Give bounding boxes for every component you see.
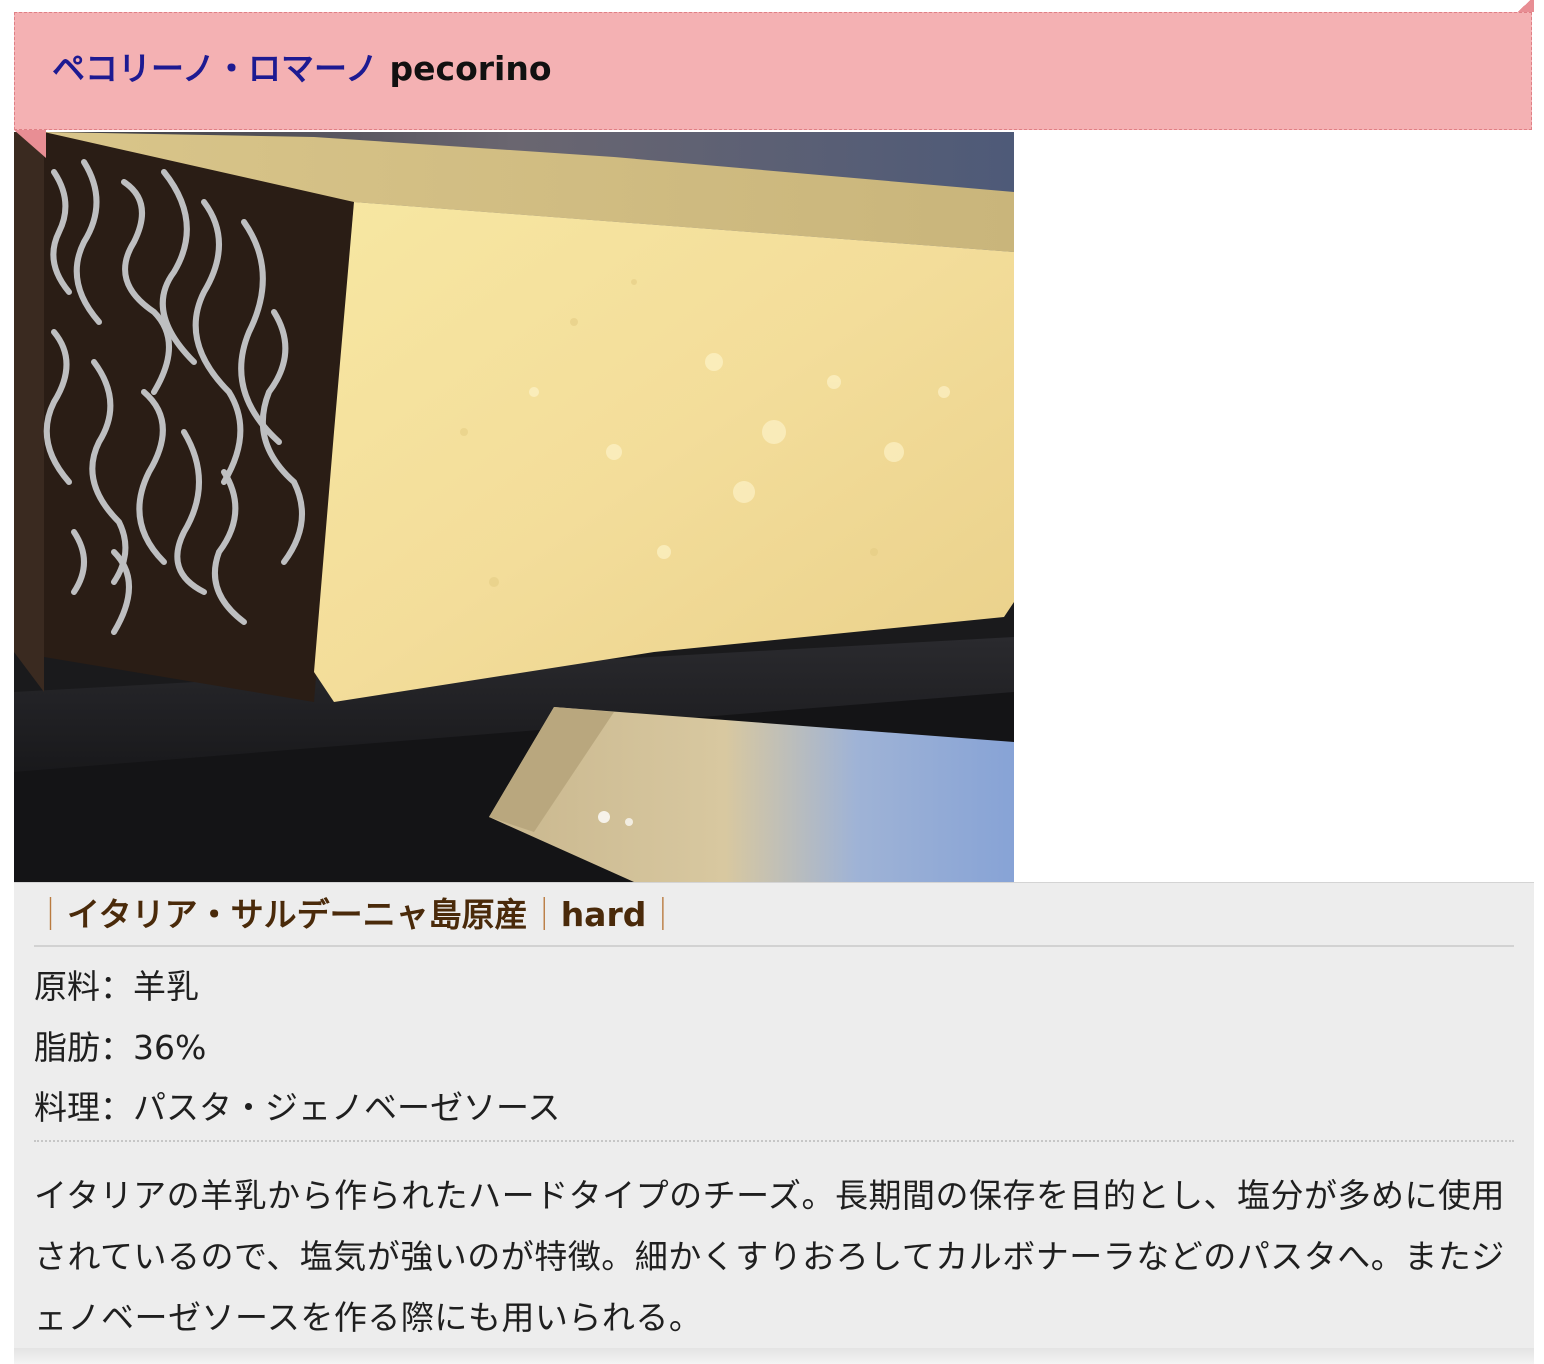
title-english: pecorino (389, 49, 552, 88)
subhead-separator: ｜ (527, 895, 561, 934)
attribute-value: パスタ・ジェノベーゼソース (133, 1088, 561, 1127)
attribute-value: 羊乳 (133, 967, 199, 1006)
panel-bottom-edge (14, 1348, 1534, 1364)
subhead-separator: ｜ (34, 895, 67, 934)
attribute-label: 料理 (34, 1088, 100, 1127)
attribute-separator: ： (100, 1028, 133, 1067)
subhead-separator: ｜ (646, 895, 680, 934)
origin-subhead: ｜イタリア・サルデーニャ島原産｜hard｜ (34, 895, 1514, 947)
banner-fold-tab (14, 130, 46, 158)
attribute-separator: ： (100, 1088, 133, 1127)
attribute-label: 脂肪 (34, 1028, 100, 1067)
cheese-description: イタリアの羊乳から作られたハードタイプのチーズ。長期間の保存を目的とし、塩分が多… (34, 1176, 1506, 1337)
attribute-ingredient: 原料：羊乳 (34, 967, 199, 1007)
attribute-value: 36% (133, 1028, 207, 1067)
cheese-info-panel: ｜イタリア・サルデーニャ島原産｜hard｜ 原料：羊乳 脂肪：36% 料理：パス… (14, 882, 1534, 1348)
attribute-label: 原料 (34, 967, 100, 1006)
page-title: ペコリーノ・ロマーノ pecorino (52, 47, 552, 91)
attribute-fat: 脂肪：36% (34, 1028, 206, 1068)
cheese-photo (14, 132, 1014, 882)
title-japanese: ペコリーノ・ロマーノ (52, 49, 379, 88)
attribute-separator: ： (100, 967, 133, 1006)
origin-label: イタリア・サルデーニャ島原産 (67, 895, 528, 934)
type-label: hard (560, 895, 647, 934)
banner-fold-corner (1514, 0, 1534, 12)
attribute-dish: 料理：パスタ・ジェノベーゼソース (34, 1088, 560, 1128)
title-banner: ペコリーノ・ロマーノ pecorino (14, 12, 1532, 130)
divider (34, 1140, 1514, 1142)
